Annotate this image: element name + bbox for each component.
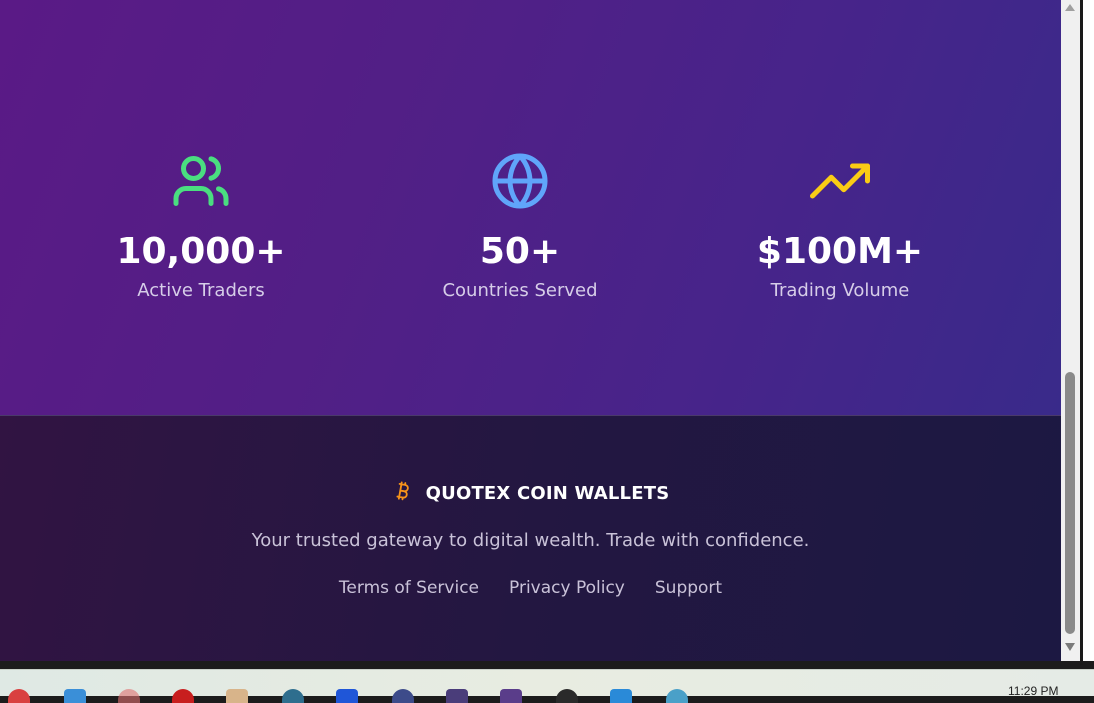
users-icon [41,150,361,212]
taskbar-app-icon[interactable] [118,689,140,703]
taskbar-clock[interactable]: 11:29 PM [1008,684,1058,698]
stat-value: $100M+ [756,231,924,272]
taskbar-app-icon[interactable] [392,689,414,703]
globe-icon [360,150,680,212]
scroll-up-icon[interactable] [1065,4,1075,11]
taskbar-app-icon[interactable] [610,689,632,703]
stat-label: Active Traders [137,280,265,301]
trending-up-icon [680,150,1000,212]
taskbar-app-icon[interactable] [282,689,304,703]
stat-active-traders: 10,000+ Active Traders [41,150,361,304]
taskbar: 11:29 PM [0,669,1094,703]
brand-name: QUOTEX COIN WALLETS [425,482,670,504]
window-edge [1080,0,1094,665]
stat-value: 50+ [479,231,561,272]
scrollbar-thumb[interactable] [1065,372,1075,634]
taskbar-app-icon[interactable] [446,689,468,703]
footer-tagline: Your trusted gateway to digital wealth. … [251,530,810,551]
taskbar-app-icon[interactable] [226,689,248,703]
page: 10,000+ Active Traders 50+ Countries Ser… [0,0,1061,661]
vertical-scrollbar[interactable] [1061,0,1080,661]
bitcoin-icon [392,478,414,508]
stat-label: Trading Volume [770,280,910,301]
privacy-policy-link[interactable]: Privacy Policy [509,578,625,598]
taskbar-app-icon[interactable] [556,689,578,703]
footer-links: Terms of Service Privacy Policy Support [0,578,1061,598]
taskbar-app-icon[interactable] [666,689,688,703]
stats-section: 10,000+ Active Traders 50+ Countries Ser… [0,0,1061,415]
stat-label: Countries Served [442,280,598,301]
taskbar-app-icon[interactable] [8,689,30,703]
taskbar-app-icon[interactable] [172,689,194,703]
footer-brand: QUOTEX COIN WALLETS [0,478,1061,508]
taskbar-app-icon[interactable] [336,689,358,703]
taskbar-app-icon[interactable] [500,689,522,703]
scroll-down-icon[interactable] [1065,643,1075,651]
support-link[interactable]: Support [655,578,722,598]
footer: QUOTEX COIN WALLETS Your trusted gateway… [0,415,1061,661]
stat-trading-volume: $100M+ Trading Volume [680,150,1000,304]
taskbar-app-icon[interactable] [64,689,86,703]
stat-value: 10,000+ [116,231,286,272]
stat-countries-served: 50+ Countries Served [360,150,680,304]
terms-of-service-link[interactable]: Terms of Service [339,578,479,598]
